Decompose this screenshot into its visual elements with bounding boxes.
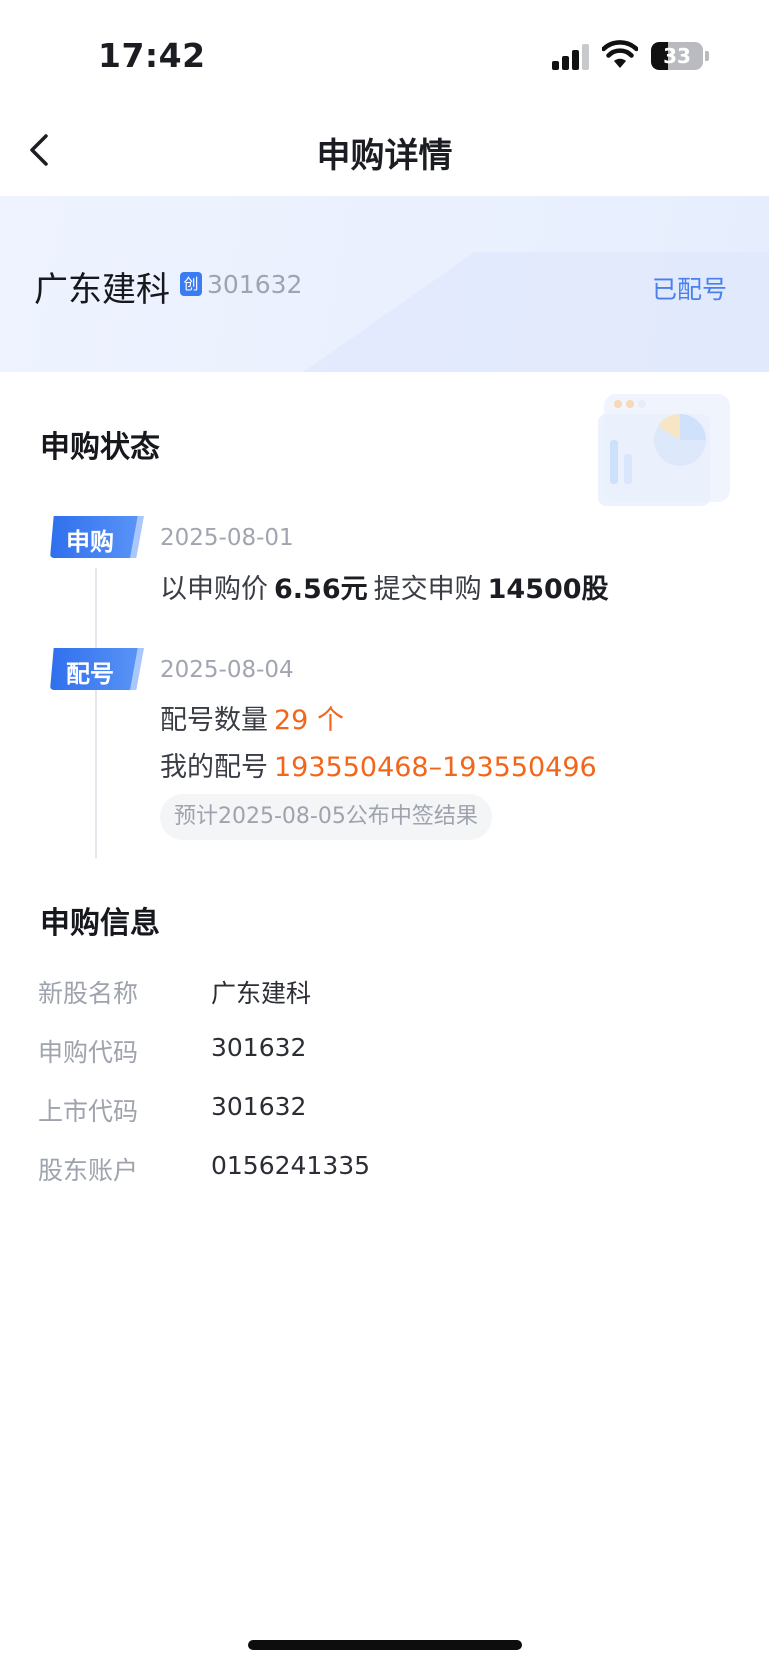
- wifi-icon: [602, 40, 638, 68]
- status-badge: 已配号: [651, 275, 727, 304]
- nav-bar: 申购详情: [0, 100, 769, 196]
- info-label: 申购代码: [38, 1038, 139, 1067]
- lottery-note-pill: 预计2025-08-05公布中签结果: [160, 794, 492, 840]
- battery-icon: 33: [651, 42, 703, 70]
- cellular-signal-icon: [552, 44, 590, 70]
- stock-name: 广东建科: [34, 270, 170, 310]
- info-value: 301632: [211, 1092, 307, 1121]
- page-title: 申购详情: [316, 136, 453, 176]
- allocation-count: 配号数量 29 个: [160, 698, 344, 737]
- info-label: 新股名称: [38, 979, 139, 1008]
- badge-allocation: 配号: [50, 648, 144, 690]
- subscription-status-title: 申购状态: [40, 430, 160, 465]
- allocation-range-label: 我的配号: [160, 752, 268, 783]
- status-bar: 17:42 33: [0, 0, 769, 100]
- subscribe-date: 2025-08-01: [160, 525, 294, 551]
- subscription-info-title: 申购信息: [40, 906, 160, 941]
- subscribe-prefix: 以申购价: [160, 574, 268, 605]
- allocation-count-value: 29 个: [274, 705, 344, 736]
- timeline-line: [95, 568, 97, 858]
- info-value: 0156241335: [211, 1151, 371, 1180]
- stock-code: 301632: [207, 270, 303, 299]
- badge-allocation-label: 配号: [66, 660, 114, 688]
- status-time: 17:42: [98, 36, 206, 75]
- subscribe-price: 6.56元: [274, 574, 368, 605]
- allocation-range-value: 193550468–193550496: [274, 752, 597, 783]
- info-value: 广东建科: [211, 979, 312, 1008]
- subscribe-middle: 提交申购: [373, 574, 482, 605]
- allocation-range: 我的配号 193550468–193550496: [160, 745, 597, 784]
- chinext-board-badge: 创: [180, 272, 202, 296]
- badge-subscribe: 申购: [50, 516, 144, 558]
- battery-cap: [705, 51, 709, 61]
- subscribe-quantity: 14500股: [487, 574, 609, 605]
- info-value: 301632: [211, 1033, 307, 1062]
- home-indicator[interactable]: [248, 1640, 522, 1650]
- subscribe-detail: 以申购价 6.56元 提交申购 14500股: [160, 567, 615, 606]
- battery-level: 33: [663, 44, 691, 68]
- allocation-count-label: 配号数量: [160, 705, 268, 736]
- stock-header: 广东建科 创 301632 已配号: [0, 196, 769, 372]
- info-label: 股东账户: [38, 1156, 139, 1185]
- allocation-date: 2025-08-04: [160, 657, 294, 683]
- info-label: 上市代码: [38, 1097, 139, 1126]
- chart-illustration-icon: [598, 394, 730, 506]
- badge-subscribe-label: 申购: [66, 528, 114, 556]
